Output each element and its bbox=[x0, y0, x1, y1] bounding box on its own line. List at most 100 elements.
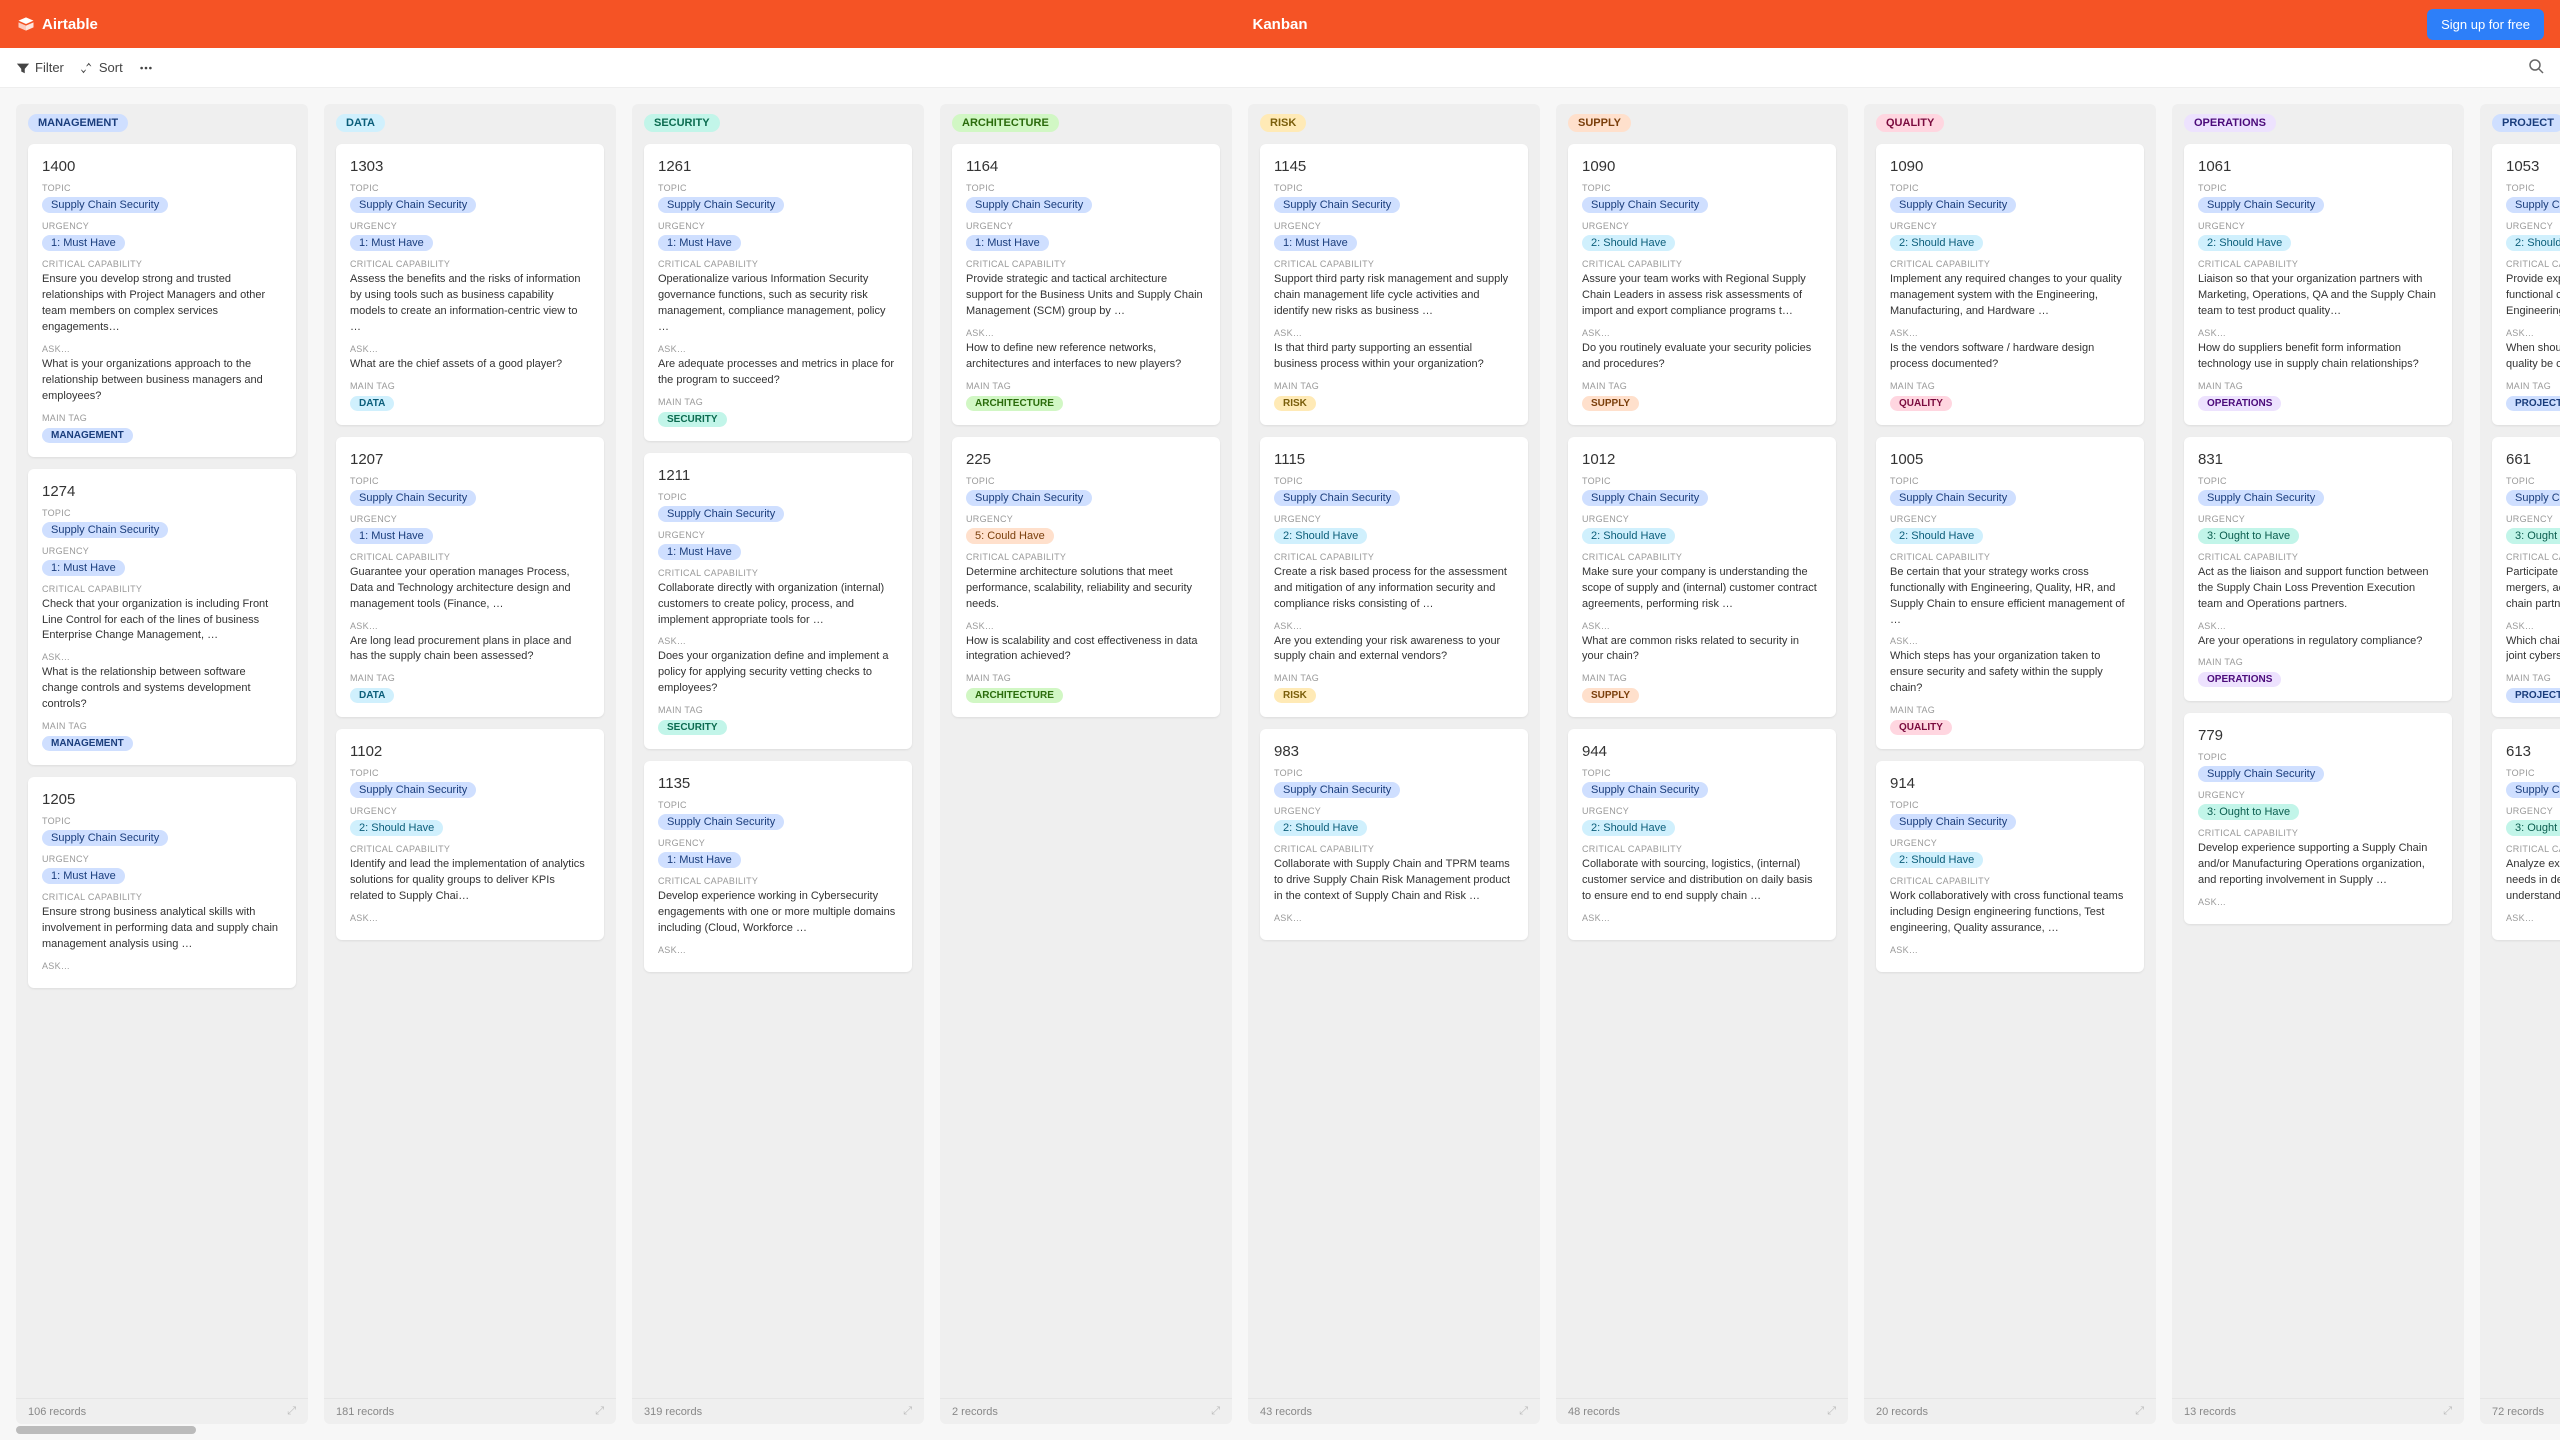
expand-icon[interactable]: ⤢ bbox=[2135, 1405, 2144, 1418]
expand-icon[interactable]: ⤢ bbox=[2443, 1405, 2452, 1418]
column-body[interactable]: 1145TOPICSupply Chain SecurityURGENCY1: … bbox=[1248, 132, 1540, 1398]
record-count: 72 records bbox=[2492, 1406, 2544, 1418]
kanban-card[interactable]: 1274TOPICSupply Chain SecurityURGENCY1: … bbox=[28, 469, 296, 766]
main-tag-pill: ARCHITECTURE bbox=[966, 396, 1063, 411]
card-title: 1145 bbox=[1274, 158, 1514, 175]
column-body[interactable]: 1053TOPICSupply Chain SecurityURGENCY2: … bbox=[2480, 132, 2560, 1398]
kanban-card[interactable]: 831TOPICSupply Chain SecurityURGENCY3: O… bbox=[2184, 437, 2452, 702]
filter-button[interactable]: Filter bbox=[16, 60, 64, 75]
kanban-card[interactable]: 1061TOPICSupply Chain SecurityURGENCY2: … bbox=[2184, 144, 2452, 425]
kanban-card[interactable]: 1102TOPICSupply Chain SecurityURGENCY2: … bbox=[336, 729, 604, 940]
field-label-topic: TOPIC bbox=[658, 492, 898, 502]
more-button[interactable] bbox=[139, 61, 153, 75]
signup-button[interactable]: Sign up for free bbox=[2427, 9, 2544, 40]
column-architecture: ARCHITECTURE1164TOPICSupply Chain Securi… bbox=[940, 104, 1232, 1424]
column-body[interactable]: 1261TOPICSupply Chain SecurityURGENCY1: … bbox=[632, 132, 924, 1398]
card-title: 1303 bbox=[350, 158, 590, 175]
kanban-card[interactable]: 1207TOPICSupply Chain SecurityURGENCY1: … bbox=[336, 437, 604, 718]
card-title: 1012 bbox=[1582, 451, 1822, 468]
kanban-card[interactable]: 225TOPICSupply Chain SecurityURGENCY5: C… bbox=[952, 437, 1220, 718]
field-label-ask: ASK… bbox=[1274, 621, 1514, 631]
capability-text: Develop experience supporting a Supply C… bbox=[2198, 841, 2438, 889]
kanban-card[interactable]: 613TOPICSupply Chain SecurityURGENCY3: O… bbox=[2492, 729, 2560, 940]
kanban-card[interactable]: 779TOPICSupply Chain SecurityURGENCY3: O… bbox=[2184, 713, 2452, 924]
kanban-card[interactable]: 1135TOPICSupply Chain SecurityURGENCY1: … bbox=[644, 761, 912, 972]
expand-icon[interactable]: ⤢ bbox=[1519, 1405, 1528, 1418]
field-label-topic: TOPIC bbox=[1890, 183, 2130, 193]
column-body[interactable]: 1303TOPICSupply Chain SecurityURGENCY1: … bbox=[324, 132, 616, 1398]
field-label-maintag: MAIN TAG bbox=[1890, 705, 2130, 715]
kanban-board[interactable]: MANAGEMENT1400TOPICSupply Chain Security… bbox=[0, 88, 2560, 1440]
field-label-maintag: MAIN TAG bbox=[1274, 673, 1514, 683]
column-body[interactable]: 1090TOPICSupply Chain SecurityURGENCY2: … bbox=[1556, 132, 1848, 1398]
topic-pill: Supply Chain Security bbox=[42, 522, 168, 538]
field-label-urgency: URGENCY bbox=[1582, 514, 1822, 524]
capability-text: Ensure you develop strong and trusted re… bbox=[42, 272, 282, 336]
urgency-pill: 2: Should Have bbox=[2506, 235, 2560, 251]
card-title: 831 bbox=[2198, 451, 2438, 468]
column-footer: 48 records⤢ bbox=[1556, 1398, 1848, 1424]
kanban-card[interactable]: 1115TOPICSupply Chain SecurityURGENCY2: … bbox=[1260, 437, 1528, 718]
field-label-urgency: URGENCY bbox=[42, 221, 282, 231]
field-label-maintag: MAIN TAG bbox=[350, 381, 590, 391]
ask-text: What are the chief assets of a good play… bbox=[350, 357, 590, 373]
card-title: 1205 bbox=[42, 791, 282, 808]
main-tag-pill: DATA bbox=[350, 396, 394, 411]
expand-icon[interactable]: ⤢ bbox=[595, 1405, 604, 1418]
field-label-capability: CRITICAL CAPABILITY bbox=[658, 259, 898, 269]
column-body[interactable]: 1400TOPICSupply Chain SecurityURGENCY1: … bbox=[16, 132, 308, 1398]
kanban-card[interactable]: 944TOPICSupply Chain SecurityURGENCY2: S… bbox=[1568, 729, 1836, 940]
field-label-topic: TOPIC bbox=[42, 183, 282, 193]
kanban-card[interactable]: 1164TOPICSupply Chain SecurityURGENCY1: … bbox=[952, 144, 1220, 425]
field-label-capability: CRITICAL CAPABILITY bbox=[1582, 552, 1822, 562]
topic-pill: Supply Chain Security bbox=[966, 490, 1092, 506]
field-label-maintag: MAIN TAG bbox=[658, 705, 898, 715]
card-title: 1164 bbox=[966, 158, 1206, 175]
kanban-card[interactable]: 1005TOPICSupply Chain SecurityURGENCY2: … bbox=[1876, 437, 2144, 750]
sort-button[interactable]: Sort bbox=[80, 60, 123, 75]
kanban-card[interactable]: 661TOPICSupply Chain SecurityURGENCY3: O… bbox=[2492, 437, 2560, 718]
kanban-card[interactable]: 1012TOPICSupply Chain SecurityURGENCY2: … bbox=[1568, 437, 1836, 718]
column-body[interactable]: 1061TOPICSupply Chain SecurityURGENCY2: … bbox=[2172, 132, 2464, 1398]
field-label-ask: ASK… bbox=[2506, 913, 2560, 923]
field-label-capability: CRITICAL CAPABILITY bbox=[2506, 552, 2560, 562]
expand-icon[interactable]: ⤢ bbox=[1827, 1405, 1836, 1418]
kanban-card[interactable]: 1205TOPICSupply Chain SecurityURGENCY1: … bbox=[28, 777, 296, 988]
search-button[interactable] bbox=[2528, 58, 2544, 77]
column-tag: QUALITY bbox=[1876, 114, 1944, 132]
kanban-card[interactable]: 1090TOPICSupply Chain SecurityURGENCY2: … bbox=[1568, 144, 1836, 425]
kanban-card[interactable]: 1261TOPICSupply Chain SecurityURGENCY1: … bbox=[644, 144, 912, 441]
expand-icon[interactable]: ⤢ bbox=[287, 1405, 296, 1418]
column-management: MANAGEMENT1400TOPICSupply Chain Security… bbox=[16, 104, 308, 1424]
field-label-ask: ASK… bbox=[2198, 897, 2438, 907]
kanban-card[interactable]: 1145TOPICSupply Chain SecurityURGENCY1: … bbox=[1260, 144, 1528, 425]
field-label-ask: ASK… bbox=[1274, 913, 1514, 923]
topic-pill: Supply Chain Security bbox=[2198, 197, 2324, 213]
kanban-card[interactable]: 1303TOPICSupply Chain SecurityURGENCY1: … bbox=[336, 144, 604, 425]
urgency-pill: 3: Ought to Have bbox=[2198, 804, 2299, 820]
field-label-ask: ASK… bbox=[658, 344, 898, 354]
kanban-card[interactable]: 914TOPICSupply Chain SecurityURGENCY2: S… bbox=[1876, 761, 2144, 972]
kanban-card[interactable]: 1090TOPICSupply Chain SecurityURGENCY2: … bbox=[1876, 144, 2144, 425]
horizontal-scrollbar-thumb[interactable] bbox=[16, 1426, 196, 1434]
column-body[interactable]: 1164TOPICSupply Chain SecurityURGENCY1: … bbox=[940, 132, 1232, 1398]
field-label-ask: ASK… bbox=[1890, 945, 2130, 955]
capability-text: Develop experience working in Cybersecur… bbox=[658, 889, 898, 937]
topic-pill: Supply Chain Security bbox=[966, 197, 1092, 213]
kanban-card[interactable]: 1400TOPICSupply Chain SecurityURGENCY1: … bbox=[28, 144, 296, 457]
expand-icon[interactable]: ⤢ bbox=[903, 1405, 912, 1418]
field-label-topic: TOPIC bbox=[1582, 768, 1822, 778]
kanban-card[interactable]: 1211TOPICSupply Chain SecurityURGENCY1: … bbox=[644, 453, 912, 750]
kanban-card[interactable]: 1053TOPICSupply Chain SecurityURGENCY2: … bbox=[2492, 144, 2560, 425]
field-label-ask: ASK… bbox=[2506, 621, 2560, 631]
field-label-ask: ASK… bbox=[2506, 328, 2560, 338]
expand-icon[interactable]: ⤢ bbox=[1211, 1405, 1220, 1418]
column-body[interactable]: 1090TOPICSupply Chain SecurityURGENCY2: … bbox=[1864, 132, 2156, 1398]
card-title: 1135 bbox=[658, 775, 898, 792]
capability-text: Provide strategic and tactical architect… bbox=[966, 272, 1206, 320]
field-label-urgency: URGENCY bbox=[1890, 221, 2130, 231]
kanban-card[interactable]: 983TOPICSupply Chain SecurityURGENCY2: S… bbox=[1260, 729, 1528, 940]
airtable-logo[interactable]: Airtable bbox=[16, 14, 98, 34]
ask-text: Are your operations in regulatory compli… bbox=[2198, 634, 2438, 650]
field-label-capability: CRITICAL CAPABILITY bbox=[1274, 844, 1514, 854]
